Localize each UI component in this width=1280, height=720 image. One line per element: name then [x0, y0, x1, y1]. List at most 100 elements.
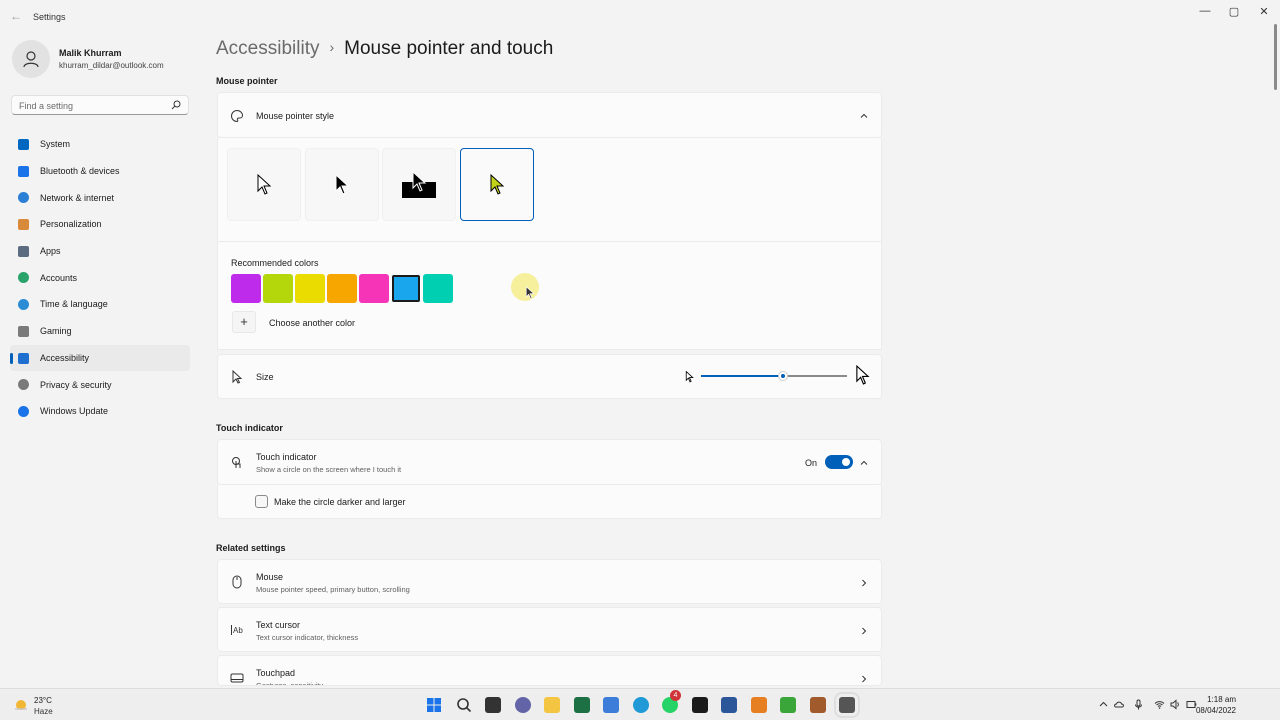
clock-time[interactable]: 1:18 am [1207, 695, 1236, 704]
inverted-cursor-icon [402, 170, 436, 198]
sidebar-item-accessibility[interactable]: Accessibility [10, 344, 190, 372]
color-swatch[interactable] [263, 274, 293, 303]
update-icon [18, 405, 29, 417]
pointer-style-inverted[interactable] [382, 148, 456, 221]
user-profile[interactable]: Malik Khurram khurram_dildar@outlook.com [12, 40, 202, 80]
edge-icon[interactable] [632, 697, 649, 713]
related-setting-title: Text cursor [256, 620, 301, 630]
pointer-size-icon [232, 370, 243, 384]
toggle-state-label: On [805, 458, 818, 468]
sidebar-item-label: Windows Update [40, 406, 109, 417]
touch-indicator-title: Touch indicator [256, 452, 317, 462]
camtasia-icon[interactable] [780, 697, 796, 713]
maximize-button[interactable]: ▢ [1219, 5, 1249, 18]
sidebar-item-label: Accounts [40, 272, 78, 283]
sidebar-item-windows-update[interactable]: Windows Update [10, 398, 190, 425]
search-input[interactable]: Find a setting [11, 95, 189, 115]
file-explorer-icon[interactable] [544, 697, 560, 713]
wifi-icon [18, 192, 29, 204]
related-setting-touchpad[interactable]: Touchpad Gestures, sensitivity [217, 655, 882, 686]
back-button[interactable]: ← [10, 9, 22, 23]
related-setting-title: Mouse [256, 572, 284, 582]
profile-email: khurram_dildar@outlook.com [59, 61, 164, 70]
small-pointer-icon [685, 371, 694, 383]
globe-clock-icon [18, 299, 29, 311]
touch-indicator-card[interactable]: Touch indicator Show a circle on the scr… [217, 439, 882, 485]
sidebar-item-label: Gaming [40, 326, 72, 337]
task-view-icon[interactable] [485, 697, 501, 713]
paint-icon[interactable] [603, 697, 619, 713]
chevron-right-icon[interactable] [859, 578, 869, 588]
window-title: Settings [33, 12, 66, 22]
color-swatch[interactable] [423, 274, 453, 303]
person-icon [18, 272, 29, 284]
mouse-cursor-icon [525, 286, 535, 300]
minimize-button[interactable]: — [1190, 5, 1220, 17]
sidebar-item-network-internet[interactable]: Network & internet [10, 184, 190, 211]
breadcrumb-parent[interactable]: Accessibility [216, 38, 319, 59]
choose-color-button[interactable]: + [232, 311, 256, 333]
size-slider-track[interactable] [782, 375, 847, 377]
accessibility-icon [18, 352, 29, 364]
chrome-canary-icon[interactable] [809, 697, 826, 713]
mouse-pointer-style-header[interactable]: Mouse pointer style [217, 92, 882, 138]
sidebar-item-time-language[interactable]: Time & language [10, 291, 190, 318]
sidebar-item-apps[interactable]: Apps [10, 238, 190, 265]
large-pointer-icon [856, 365, 870, 385]
chat-icon[interactable] [514, 697, 531, 713]
related-setting-text-cursor[interactable]: Ab Text cursor Text cursor indicator, thic… [217, 607, 882, 652]
chevron-right-icon[interactable] [859, 626, 869, 636]
word-icon[interactable] [721, 697, 737, 713]
color-swatch[interactable] [231, 274, 261, 303]
weather-icon[interactable] [14, 698, 28, 712]
color-swatch[interactable] [295, 274, 325, 303]
settings-icon[interactable] [834, 692, 860, 718]
chevron-up-icon[interactable] [859, 458, 869, 468]
taskbar: 23°C Haze 4 1:18 am 08/04/2022 [0, 688, 1280, 720]
related-setting-subtitle: Mouse pointer speed, primary button, scr… [256, 585, 410, 594]
chevron-up-icon[interactable] [1098, 699, 1109, 710]
gamepad-icon [18, 325, 29, 337]
color-swatch[interactable] [327, 274, 357, 303]
start-icon[interactable] [426, 697, 442, 713]
pointer-style-white[interactable] [227, 148, 301, 221]
sidebar-item-gaming[interactable]: Gaming [10, 318, 190, 345]
excel-icon[interactable] [573, 697, 590, 713]
clock-date[interactable]: 08/04/2022 [1196, 706, 1236, 715]
color-swatch[interactable] [391, 274, 421, 303]
sidebar-item-label: Network & internet [40, 192, 115, 203]
volume-icon[interactable] [1170, 699, 1181, 710]
onedrive-icon[interactable] [1114, 699, 1125, 710]
close-button[interactable]: ✕ [1249, 5, 1279, 18]
terminal-icon[interactable] [691, 697, 708, 713]
pointer-style-black[interactable] [305, 148, 379, 221]
breadcrumb-separator: › [329, 39, 335, 55]
mouse-icon [232, 575, 242, 589]
related-settings-heading: Related settings [216, 543, 286, 553]
sidebar-item-personalization[interactable]: Personalization [10, 211, 190, 238]
color-swatch[interactable] [359, 274, 389, 303]
breadcrumb: Accessibility › Mouse pointer and touch [216, 38, 553, 60]
sidebar-item-accounts[interactable]: Accounts [10, 264, 190, 291]
search-icon[interactable] [456, 697, 472, 713]
chevron-up-icon[interactable] [859, 111, 869, 121]
pointer-style-custom[interactable] [460, 148, 534, 221]
touch-indicator-toggle[interactable] [825, 455, 853, 469]
microphone-icon[interactable] [1133, 699, 1144, 710]
search-icon [171, 100, 181, 110]
darker-circle-checkbox[interactable] [255, 495, 268, 508]
sidebar-item-system[interactable]: System [10, 131, 190, 158]
related-setting-mouse[interactable]: Mouse Mouse pointer speed, primary button… [217, 559, 882, 604]
scrollbar[interactable] [1274, 24, 1277, 90]
wifi-icon[interactable] [1154, 699, 1165, 710]
sidebar-item-privacy-security[interactable]: Privacy & security [10, 371, 190, 398]
chevron-right-icon[interactable] [859, 674, 869, 684]
related-setting-title: Touchpad [256, 668, 296, 678]
touch-indicator-subtitle: Show a circle on the screen where I touc… [256, 465, 402, 474]
size-slider-thumb[interactable] [777, 371, 788, 381]
sidebar-item-bluetooth-devices[interactable]: Bluetooth & devices [10, 158, 190, 185]
custom-color-cursor-icon [490, 173, 505, 195]
mouse-pointer-heading: Mouse pointer [216, 76, 278, 86]
choose-color-label[interactable]: Choose another color [269, 318, 355, 328]
orange-app-icon[interactable] [750, 697, 767, 713]
